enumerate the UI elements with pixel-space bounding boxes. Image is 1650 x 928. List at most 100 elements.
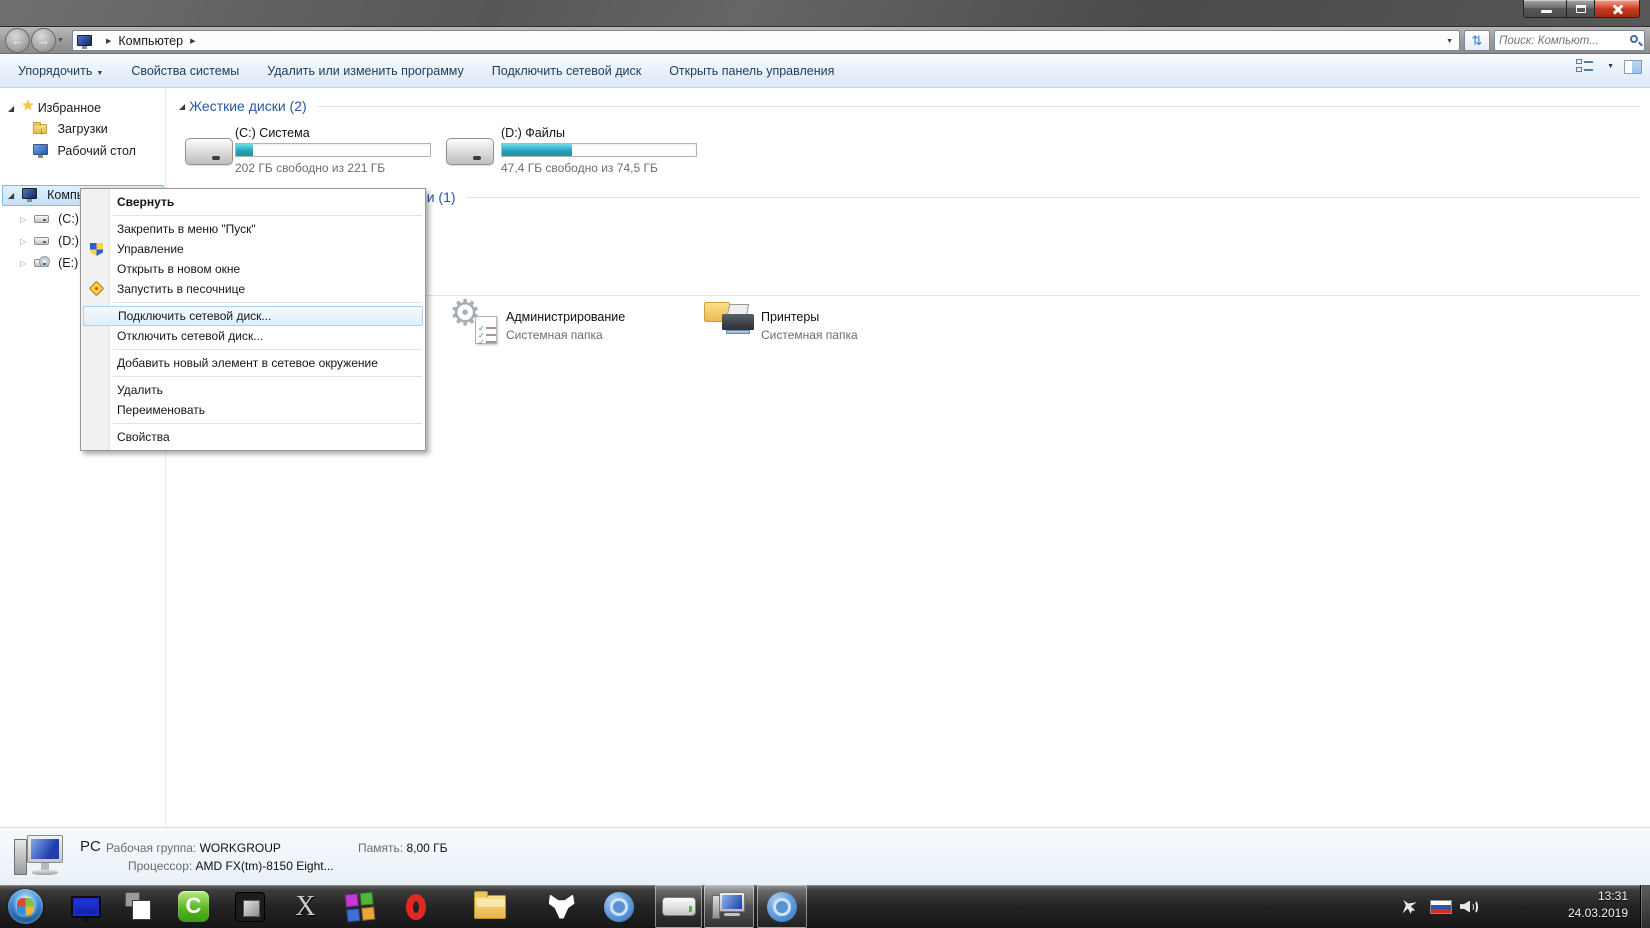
show-desktop-button[interactable]	[1640, 885, 1650, 928]
map-network-drive-button[interactable]: Подключить сетевой диск	[478, 59, 655, 83]
sandboxie-icon	[88, 280, 105, 297]
refresh-button[interactable]: ⇅	[1464, 30, 1490, 51]
section-title[interactable]: Жесткие диски (2)	[189, 98, 307, 114]
collapsed-icon[interactable]: ▷	[20, 259, 26, 268]
memory-value: 8,00 ГБ	[406, 841, 448, 855]
close-button[interactable]	[1594, 0, 1640, 18]
menu-item-delete[interactable]: Удалить	[81, 380, 425, 400]
preview-pane-button[interactable]	[1624, 59, 1642, 74]
menu-item-run-in-sandbox[interactable]: Запустить в песочнице	[81, 279, 425, 299]
breadcrumb-location[interactable]: Компьютер	[118, 34, 183, 48]
printer-icon	[722, 314, 754, 330]
administration-type: Системная папка	[506, 328, 603, 342]
taskbar-item-opera[interactable]	[392, 885, 439, 928]
sidebar-item-favorites[interactable]: ◢ ★ Избранное	[8, 97, 101, 117]
memory-field: Память: 8,00 ГБ	[358, 841, 448, 855]
computer-icon	[14, 833, 66, 881]
system-properties-button[interactable]: Свойства системы	[117, 59, 253, 83]
opera-icon	[405, 893, 426, 920]
tray-language-indicator[interactable]	[1430, 885, 1452, 928]
taskbar-item-drive-window[interactable]	[655, 885, 702, 928]
history-dropdown[interactable]: ▼	[57, 37, 64, 44]
drive-c-name[interactable]: (C:) Система	[235, 126, 310, 140]
forward-button[interactable]: →	[31, 28, 56, 53]
sidebar-item-downloads[interactable]: ↓ Загрузки	[33, 119, 108, 139]
collapsed-icon[interactable]: ▷	[20, 215, 26, 224]
breadcrumb-arrow-icon[interactable]: ▶	[190, 37, 195, 45]
drive-d-name[interactable]: (D:) Файлы	[501, 126, 565, 140]
taskbar-item-display-app[interactable]	[62, 885, 109, 928]
taskbar-item-chromium[interactable]	[595, 885, 642, 928]
open-control-panel-button[interactable]: Открыть панель управления	[655, 59, 848, 83]
sidebar-item-desktop[interactable]: Рабочий стол	[33, 141, 136, 161]
menu-item-rename[interactable]: Переименовать	[81, 400, 425, 420]
menu-item-disconnect-network-drive[interactable]: Отключить сетевой диск...	[81, 326, 425, 346]
minimize-icon	[1541, 10, 1552, 13]
chromium-icon	[767, 891, 797, 922]
printers-label[interactable]: Принтеры	[761, 310, 819, 324]
taskbar-item-archiver-app[interactable]	[336, 885, 383, 928]
tray-clock[interactable]: 13:31 24.03.2019	[1518, 888, 1628, 922]
search-input[interactable]	[1499, 32, 1625, 49]
sidebar-item-label[interactable]: Рабочий стол	[57, 144, 135, 158]
views-dropdown-icon[interactable]: ▼	[1607, 63, 1614, 70]
collapsed-icon[interactable]: ▷	[20, 237, 26, 246]
menu-item-manage[interactable]: Управление	[81, 239, 425, 259]
organize-button[interactable]: Упорядочить ▼	[4, 59, 117, 83]
maximize-icon	[1576, 5, 1586, 13]
taskbar-item-cpu-app[interactable]	[226, 885, 273, 928]
administration-icon[interactable]: ⚙ ✓ ✓ ✓	[449, 292, 501, 347]
tray-airplane[interactable]	[1400, 885, 1418, 928]
forward-icon: →	[37, 33, 50, 48]
expanded-icon: ◢	[179, 101, 186, 111]
address-input[interactable]: ▶ Компьютер ▶ ▼	[72, 30, 1460, 51]
taskbar-item-explorer[interactable]	[466, 885, 513, 928]
taskbar: C X 13:31 24.03.2019	[0, 885, 1650, 928]
printers-icon[interactable]	[704, 298, 756, 344]
menu-item-pin-to-start[interactable]: Закрепить в меню "Пуск"	[81, 219, 425, 239]
start-button[interactable]	[8, 889, 43, 924]
address-dropdown-icon[interactable]: ▼	[1446, 38, 1453, 45]
section-divider	[316, 105, 1640, 107]
hard-drive-icon	[33, 211, 50, 225]
minimize-button[interactable]	[1523, 0, 1567, 18]
chevron-down-icon: ▼	[96, 69, 104, 77]
menu-separator	[113, 423, 422, 424]
administration-label[interactable]: Администрирование	[506, 310, 625, 324]
taskbar-item-foobar[interactable]	[538, 885, 585, 928]
menu-item-open-new-window[interactable]: Открыть в новом окне	[81, 259, 425, 279]
hard-drive-icon	[33, 233, 50, 247]
window-controls	[1523, 0, 1640, 18]
downloads-folder-icon: ↓	[33, 121, 49, 137]
expanded-icon[interactable]: ◢	[8, 104, 14, 113]
taskbar-item-computer-window[interactable]	[704, 885, 754, 928]
menu-item-add-network-location[interactable]: Добавить новый элемент в сетевое окружен…	[81, 353, 425, 373]
clock-date: 24.03.2019	[1567, 906, 1628, 920]
address-bar-row: ← → ▼ ▶ Компьютер ▶ ▼ ⇅	[0, 27, 1650, 54]
computer-icon	[77, 34, 94, 49]
menu-separator	[113, 349, 422, 350]
sidebar-item-label[interactable]: Избранное	[38, 101, 101, 115]
taskbar-item-chromium-window[interactable]	[757, 885, 807, 928]
sidebar-item-label[interactable]: Загрузки	[57, 122, 107, 136]
checklist-icon: ✓ ✓ ✓	[475, 316, 497, 347]
tray-volume[interactable]	[1460, 885, 1480, 928]
drive-d-icon[interactable]	[446, 138, 494, 165]
drive-c-icon[interactable]	[185, 138, 233, 165]
memory-label: Память:	[358, 841, 404, 855]
back-button[interactable]: ←	[5, 28, 30, 53]
taskbar-item-x-app[interactable]: X	[282, 885, 329, 928]
maximize-button[interactable]	[1567, 0, 1594, 18]
taskbar-item-capture-app[interactable]	[114, 885, 161, 928]
chromium-icon	[603, 891, 634, 922]
hard-drive-icon	[661, 897, 696, 916]
section-header-hdd[interactable]: ◢ Жесткие диски (2)	[179, 98, 1640, 114]
taskbar-item-torrent-app[interactable]: C	[170, 885, 217, 928]
breadcrumb-arrow-icon: ▶	[106, 37, 112, 45]
menu-item-map-network-drive[interactable]: Подключить сетевой диск...	[83, 306, 423, 326]
menu-item-collapse[interactable]: Свернуть	[81, 192, 425, 212]
expanded-icon[interactable]: ◢	[8, 191, 14, 200]
menu-item-properties[interactable]: Свойства	[81, 427, 425, 447]
change-view-button[interactable]	[1576, 59, 1594, 74]
uninstall-program-button[interactable]: Удалить или изменить программу	[253, 59, 478, 83]
